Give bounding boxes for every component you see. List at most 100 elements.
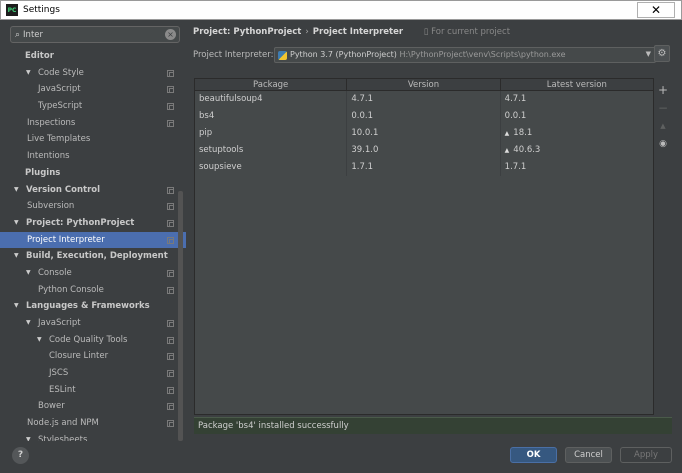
interpreter-settings-button[interactable]: ⚙ <box>654 45 670 62</box>
table-body: beautifulsoup4 4.7.1 4.7.1 bs4 0.0.1 0.0.1 pip… <box>195 91 653 176</box>
cell-package: soupsieve <box>195 159 348 176</box>
expand-arrow-icon[interactable]: ▼ <box>37 332 42 349</box>
scope-text: For current project <box>431 27 511 37</box>
sidebar-item[interactable]: ▼ Stylesheets <box>0 432 186 441</box>
sidebar-item[interactable]: Subversion <box>0 198 186 215</box>
settings-sidebar: ⌕ Inter × Editor ▼ Code Style JavaScript Typ… <box>0 21 186 441</box>
cell-version-text: 39.1.0 <box>351 145 379 155</box>
column-header-package[interactable]: Package <box>195 79 348 90</box>
expand-arrow-icon[interactable]: ▼ <box>26 315 31 332</box>
help-icon[interactable]: ? <box>12 447 29 464</box>
sidebar-item[interactable]: ▼ Version Control <box>0 182 186 199</box>
sidebar-item[interactable]: JavaScript <box>0 81 186 98</box>
project-settings-icon <box>167 286 174 294</box>
close-icon: ✕ <box>650 3 662 17</box>
sidebar-item[interactable]: TypeScript <box>0 98 186 115</box>
table-row[interactable]: bs4 0.0.1 0.0.1 <box>195 108 653 125</box>
apply-button[interactable]: Apply <box>620 447 672 463</box>
sidebar-item-label: Version Control <box>26 184 101 195</box>
upgrade-package-icon[interactable]: ▲ <box>656 117 670 135</box>
column-header-version[interactable]: Version <box>347 79 501 90</box>
sidebar-item-label: Inspections <box>27 117 76 128</box>
interpreter-select[interactable]: Python 3.7 (PythonProject) H:\PythonProj… <box>274 47 656 63</box>
show-early-releases-icon[interactable]: ◉ <box>656 135 670 153</box>
table-row[interactable]: beautifulsoup4 4.7.1 4.7.1 <box>195 91 653 108</box>
table-row[interactable]: setuptools 39.1.0 ▲ 40.6.3 <box>195 142 653 159</box>
table-header: Package Version Latest version <box>195 79 653 91</box>
search-value[interactable]: Inter <box>23 30 43 40</box>
status-message: Package 'bs4' installed successfully <box>194 417 672 434</box>
sidebar-item-label: JSCS <box>49 368 69 379</box>
sidebar-item-label: Editor <box>25 51 54 61</box>
cell-latest-version: ▲ 18.1 <box>501 125 653 142</box>
sidebar-item[interactable]: Node.js and NPM <box>0 415 186 432</box>
sidebar-item[interactable]: ▼ Build, Execution, Deployment <box>0 248 186 265</box>
sidebar-item[interactable]: Editor <box>0 48 186 65</box>
cell-latest-version-text: 18.1 <box>513 128 533 138</box>
sidebar-item-label: Code Quality Tools <box>49 334 128 345</box>
cell-package: beautifulsoup4 <box>195 91 348 108</box>
cell-latest-version-text: 40.6.3 <box>513 145 541 155</box>
interpreter-name: Python 3.7 (PythonProject) <box>290 50 397 59</box>
project-settings-icon <box>167 353 174 361</box>
project-settings-icon <box>167 320 174 327</box>
ok-button[interactable]: OK <box>510 447 557 463</box>
expand-arrow-icon[interactable]: ▼ <box>14 182 19 199</box>
column-header-latest[interactable]: Latest version <box>501 79 653 90</box>
sidebar-scrollbar[interactable] <box>178 191 183 441</box>
table-row[interactable]: soupsieve 1.7.1 1.7.1 <box>195 159 653 176</box>
close-window-button[interactable]: ✕ <box>637 2 675 18</box>
sidebar-item[interactable]: JSCS <box>0 365 186 382</box>
python-icon <box>278 51 287 60</box>
cell-latest-version: 4.7.1 <box>501 91 653 108</box>
project-settings-icon <box>167 370 174 378</box>
sidebar-item[interactable]: Closure Linter <box>0 348 186 365</box>
cell-package: bs4 <box>195 108 348 125</box>
expand-arrow-icon[interactable]: ▼ <box>26 65 31 82</box>
project-settings-icon <box>167 119 174 127</box>
sidebar-item[interactable]: Python Console <box>0 282 186 299</box>
cell-version-text: 10.0.1 <box>351 128 379 138</box>
sidebar-item[interactable]: Live Templates <box>0 131 186 148</box>
sidebar-item[interactable]: Project Interpreter <box>0 231 186 249</box>
chevron-down-icon: ▼ <box>645 50 651 58</box>
sidebar-item-label: Node.js and NPM <box>27 418 99 429</box>
sidebar-item[interactable]: ▼ Project: PythonProject <box>0 215 186 232</box>
clear-search-icon[interactable]: × <box>165 29 176 40</box>
sidebar-item[interactable]: ESLint <box>0 382 186 399</box>
expand-arrow-icon[interactable]: ▼ <box>26 265 31 282</box>
cell-package: setuptools <box>195 142 348 159</box>
cancel-button[interactable]: Cancel <box>565 447 612 463</box>
sidebar-item[interactable]: ▼ Languages & Frameworks <box>0 298 186 315</box>
sidebar-item[interactable]: Plugins <box>0 165 186 182</box>
interpreter-row: Project Interpreter: Python 3.7 (PythonP… <box>193 47 663 63</box>
add-package-icon[interactable]: + <box>656 81 670 99</box>
cell-latest-version-text: 0.0.1 <box>504 111 527 121</box>
project-settings-icon <box>167 186 174 194</box>
remove-package-icon[interactable]: − <box>656 99 670 117</box>
sidebar-item[interactable]: ▼ Console <box>0 265 186 282</box>
expand-arrow-icon[interactable]: ▼ <box>14 298 19 315</box>
expand-arrow-icon[interactable]: ▼ <box>26 432 31 441</box>
sidebar-item[interactable]: ▼ JavaScript <box>0 315 186 332</box>
project-settings-icon <box>167 386 174 394</box>
project-settings-icon <box>167 203 174 211</box>
sidebar-item-label: Code Style <box>38 67 84 78</box>
sidebar-item-label: Live Templates <box>27 134 91 145</box>
sidebar-item[interactable]: Bower <box>0 398 186 415</box>
cell-version-text: 0.0.1 <box>351 111 373 121</box>
sidebar-item-label: Subversion <box>27 201 75 212</box>
expand-arrow-icon[interactable]: ▼ <box>14 215 19 232</box>
table-row[interactable]: pip 10.0.1 ▲ 18.1 <box>195 125 653 142</box>
expand-arrow-icon[interactable]: ▼ <box>14 248 19 265</box>
sidebar-item[interactable]: Intentions <box>0 148 186 165</box>
upgrade-available-icon: ▲ <box>504 147 510 154</box>
project-settings-icon <box>167 236 174 244</box>
sidebar-item[interactable]: ▼ Code Quality Tools <box>0 332 186 349</box>
sidebar-item[interactable]: ▼ Code Style <box>0 65 186 82</box>
sidebar-item[interactable]: Inspections <box>0 115 186 132</box>
settings-search-input[interactable]: ⌕ Inter × <box>10 26 180 43</box>
sidebar-item-label: Closure Linter <box>49 351 109 362</box>
sidebar-item-label: Python Console <box>38 284 104 295</box>
settings-tree: Editor ▼ Code Style JavaScript TypeScript Ins… <box>0 48 186 441</box>
